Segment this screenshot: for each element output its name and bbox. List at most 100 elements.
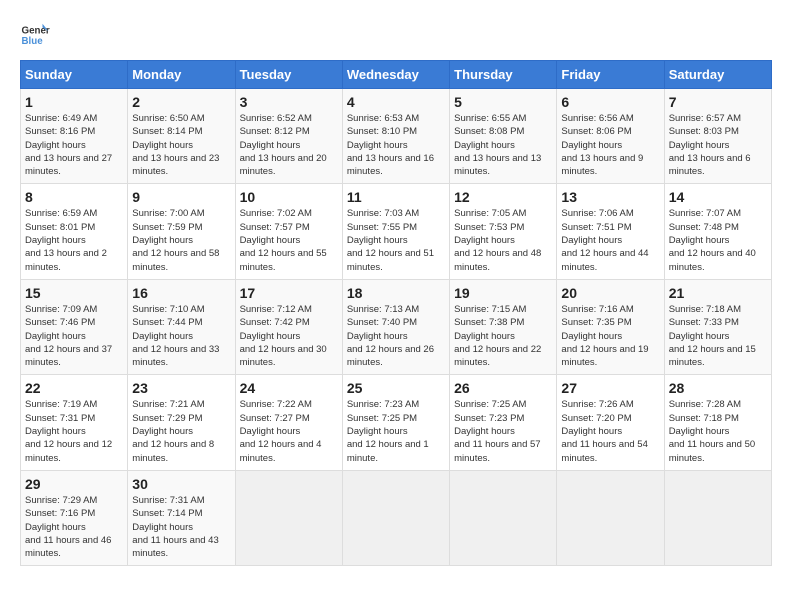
calendar-cell: 12 Sunrise: 7:05 AM Sunset: 7:53 PM Dayl…: [450, 184, 557, 279]
logo: General Blue: [20, 20, 50, 50]
day-info: Sunrise: 6:53 AM Sunset: 8:10 PM Dayligh…: [347, 112, 445, 178]
page-header: General Blue: [20, 20, 772, 50]
calendar-cell: 17 Sunrise: 7:12 AM Sunset: 7:42 PM Dayl…: [235, 279, 342, 374]
calendar-cell: 18 Sunrise: 7:13 AM Sunset: 7:40 PM Dayl…: [342, 279, 449, 374]
logo-icon: General Blue: [20, 20, 50, 50]
calendar-cell: 15 Sunrise: 7:09 AM Sunset: 7:46 PM Dayl…: [21, 279, 128, 374]
day-number: 26: [454, 380, 552, 396]
calendar-week-3: 15 Sunrise: 7:09 AM Sunset: 7:46 PM Dayl…: [21, 279, 772, 374]
day-number: 4: [347, 94, 445, 110]
day-number: 12: [454, 189, 552, 205]
calendar-cell: 29 Sunrise: 7:29 AM Sunset: 7:16 PM Dayl…: [21, 470, 128, 565]
day-number: 14: [669, 189, 767, 205]
calendar-week-4: 22 Sunrise: 7:19 AM Sunset: 7:31 PM Dayl…: [21, 375, 772, 470]
calendar-cell: 2 Sunrise: 6:50 AM Sunset: 8:14 PM Dayli…: [128, 89, 235, 184]
calendar-body: 1 Sunrise: 6:49 AM Sunset: 8:16 PM Dayli…: [21, 89, 772, 566]
calendar-cell: 6 Sunrise: 6:56 AM Sunset: 8:06 PM Dayli…: [557, 89, 664, 184]
day-info: Sunrise: 6:50 AM Sunset: 8:14 PM Dayligh…: [132, 112, 230, 178]
day-info: Sunrise: 7:05 AM Sunset: 7:53 PM Dayligh…: [454, 207, 552, 273]
calendar-cell: 5 Sunrise: 6:55 AM Sunset: 8:08 PM Dayli…: [450, 89, 557, 184]
day-number: 19: [454, 285, 552, 301]
calendar-cell: 4 Sunrise: 6:53 AM Sunset: 8:10 PM Dayli…: [342, 89, 449, 184]
day-number: 13: [561, 189, 659, 205]
day-number: 3: [240, 94, 338, 110]
svg-text:Blue: Blue: [22, 36, 44, 47]
calendar-cell: [235, 470, 342, 565]
day-number: 16: [132, 285, 230, 301]
day-info: Sunrise: 7:22 AM Sunset: 7:27 PM Dayligh…: [240, 398, 338, 464]
day-info: Sunrise: 7:21 AM Sunset: 7:29 PM Dayligh…: [132, 398, 230, 464]
day-number: 29: [25, 476, 123, 492]
calendar-cell: 14 Sunrise: 7:07 AM Sunset: 7:48 PM Dayl…: [664, 184, 771, 279]
day-info: Sunrise: 6:49 AM Sunset: 8:16 PM Dayligh…: [25, 112, 123, 178]
day-info: Sunrise: 7:09 AM Sunset: 7:46 PM Dayligh…: [25, 303, 123, 369]
col-header-tuesday: Tuesday: [235, 61, 342, 89]
day-number: 2: [132, 94, 230, 110]
day-info: Sunrise: 6:56 AM Sunset: 8:06 PM Dayligh…: [561, 112, 659, 178]
day-number: 24: [240, 380, 338, 396]
calendar-cell: 10 Sunrise: 7:02 AM Sunset: 7:57 PM Dayl…: [235, 184, 342, 279]
day-number: 27: [561, 380, 659, 396]
calendar-cell: 8 Sunrise: 6:59 AM Sunset: 8:01 PM Dayli…: [21, 184, 128, 279]
day-info: Sunrise: 7:26 AM Sunset: 7:20 PM Dayligh…: [561, 398, 659, 464]
calendar-week-2: 8 Sunrise: 6:59 AM Sunset: 8:01 PM Dayli…: [21, 184, 772, 279]
day-info: Sunrise: 7:12 AM Sunset: 7:42 PM Dayligh…: [240, 303, 338, 369]
col-header-thursday: Thursday: [450, 61, 557, 89]
day-number: 15: [25, 285, 123, 301]
calendar-cell: 23 Sunrise: 7:21 AM Sunset: 7:29 PM Dayl…: [128, 375, 235, 470]
calendar-cell: 7 Sunrise: 6:57 AM Sunset: 8:03 PM Dayli…: [664, 89, 771, 184]
day-info: Sunrise: 7:18 AM Sunset: 7:33 PM Dayligh…: [669, 303, 767, 369]
day-info: Sunrise: 7:25 AM Sunset: 7:23 PM Dayligh…: [454, 398, 552, 464]
day-number: 7: [669, 94, 767, 110]
day-info: Sunrise: 7:23 AM Sunset: 7:25 PM Dayligh…: [347, 398, 445, 464]
day-number: 9: [132, 189, 230, 205]
calendar-header: SundayMondayTuesdayWednesdayThursdayFrid…: [21, 61, 772, 89]
calendar-cell: 11 Sunrise: 7:03 AM Sunset: 7:55 PM Dayl…: [342, 184, 449, 279]
day-info: Sunrise: 7:13 AM Sunset: 7:40 PM Dayligh…: [347, 303, 445, 369]
calendar-week-5: 29 Sunrise: 7:29 AM Sunset: 7:16 PM Dayl…: [21, 470, 772, 565]
day-info: Sunrise: 7:07 AM Sunset: 7:48 PM Dayligh…: [669, 207, 767, 273]
calendar-cell: 27 Sunrise: 7:26 AM Sunset: 7:20 PM Dayl…: [557, 375, 664, 470]
day-info: Sunrise: 7:28 AM Sunset: 7:18 PM Dayligh…: [669, 398, 767, 464]
calendar-cell: 22 Sunrise: 7:19 AM Sunset: 7:31 PM Dayl…: [21, 375, 128, 470]
day-number: 18: [347, 285, 445, 301]
calendar-cell: 26 Sunrise: 7:25 AM Sunset: 7:23 PM Dayl…: [450, 375, 557, 470]
calendar-table: SundayMondayTuesdayWednesdayThursdayFrid…: [20, 60, 772, 566]
calendar-cell: 24 Sunrise: 7:22 AM Sunset: 7:27 PM Dayl…: [235, 375, 342, 470]
header-row: SundayMondayTuesdayWednesdayThursdayFrid…: [21, 61, 772, 89]
calendar-cell: 25 Sunrise: 7:23 AM Sunset: 7:25 PM Dayl…: [342, 375, 449, 470]
day-info: Sunrise: 7:31 AM Sunset: 7:14 PM Dayligh…: [132, 494, 230, 560]
day-info: Sunrise: 6:52 AM Sunset: 8:12 PM Dayligh…: [240, 112, 338, 178]
calendar-cell: 13 Sunrise: 7:06 AM Sunset: 7:51 PM Dayl…: [557, 184, 664, 279]
day-number: 5: [454, 94, 552, 110]
day-info: Sunrise: 7:19 AM Sunset: 7:31 PM Dayligh…: [25, 398, 123, 464]
day-number: 28: [669, 380, 767, 396]
calendar-cell: 19 Sunrise: 7:15 AM Sunset: 7:38 PM Dayl…: [450, 279, 557, 374]
calendar-cell: 16 Sunrise: 7:10 AM Sunset: 7:44 PM Dayl…: [128, 279, 235, 374]
day-number: 1: [25, 94, 123, 110]
svg-text:General: General: [22, 26, 51, 37]
day-info: Sunrise: 7:00 AM Sunset: 7:59 PM Dayligh…: [132, 207, 230, 273]
day-number: 11: [347, 189, 445, 205]
day-info: Sunrise: 7:02 AM Sunset: 7:57 PM Dayligh…: [240, 207, 338, 273]
day-number: 17: [240, 285, 338, 301]
day-number: 30: [132, 476, 230, 492]
col-header-saturday: Saturday: [664, 61, 771, 89]
calendar-cell: 1 Sunrise: 6:49 AM Sunset: 8:16 PM Dayli…: [21, 89, 128, 184]
day-number: 10: [240, 189, 338, 205]
col-header-sunday: Sunday: [21, 61, 128, 89]
day-info: Sunrise: 7:16 AM Sunset: 7:35 PM Dayligh…: [561, 303, 659, 369]
calendar-cell: [664, 470, 771, 565]
day-info: Sunrise: 6:59 AM Sunset: 8:01 PM Dayligh…: [25, 207, 123, 273]
day-number: 8: [25, 189, 123, 205]
calendar-cell: 9 Sunrise: 7:00 AM Sunset: 7:59 PM Dayli…: [128, 184, 235, 279]
day-info: Sunrise: 6:55 AM Sunset: 8:08 PM Dayligh…: [454, 112, 552, 178]
col-header-friday: Friday: [557, 61, 664, 89]
col-header-monday: Monday: [128, 61, 235, 89]
day-number: 22: [25, 380, 123, 396]
day-info: Sunrise: 6:57 AM Sunset: 8:03 PM Dayligh…: [669, 112, 767, 178]
day-number: 23: [132, 380, 230, 396]
calendar-cell: 30 Sunrise: 7:31 AM Sunset: 7:14 PM Dayl…: [128, 470, 235, 565]
day-info: Sunrise: 7:10 AM Sunset: 7:44 PM Dayligh…: [132, 303, 230, 369]
calendar-cell: [450, 470, 557, 565]
